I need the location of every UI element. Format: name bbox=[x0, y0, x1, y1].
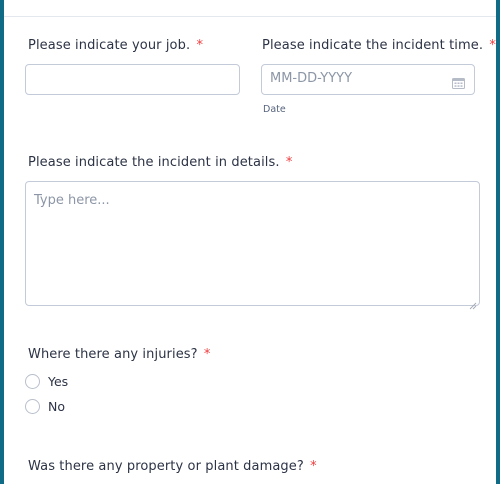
incident-date-input[interactable]: MM-DD-YYYY bbox=[261, 64, 475, 95]
top-divider bbox=[4, 16, 496, 17]
required-marker: * bbox=[203, 347, 211, 362]
job-input[interactable] bbox=[25, 64, 240, 95]
required-marker: * bbox=[310, 459, 317, 474]
details-question-text: Please indicate the incident in details. bbox=[28, 155, 280, 170]
calendar-icon[interactable] bbox=[452, 74, 465, 89]
required-marker: * bbox=[196, 38, 204, 53]
page: Please indicate your job. * Please indic… bbox=[0, 0, 500, 484]
required-marker: * bbox=[285, 155, 293, 170]
resize-grip-icon[interactable] bbox=[469, 295, 477, 310]
incident-time-question-label: Please indicate the incident time. * bbox=[262, 38, 496, 53]
injuries-question-label: Where there any injuries? * bbox=[28, 347, 211, 362]
job-question-label: Please indicate your job. * bbox=[28, 38, 203, 53]
radio-label[interactable]: Yes bbox=[48, 374, 68, 389]
injuries-question-text: Where there any injuries? bbox=[28, 347, 198, 362]
damage-question-text: Was there any property or plant damage? bbox=[28, 459, 304, 474]
radio-button[interactable] bbox=[25, 399, 40, 414]
incident-time-question-text: Please indicate the incident time. bbox=[262, 38, 484, 53]
form-card: Please indicate your job. * Please indic… bbox=[4, 0, 496, 484]
damage-question-label: Was there any property or plant damage? … bbox=[28, 459, 317, 474]
date-sublabel: Date bbox=[263, 104, 286, 115]
radio-label[interactable]: No bbox=[48, 399, 65, 414]
incident-date-placeholder: MM-DD-YYYY bbox=[270, 71, 353, 86]
required-marker: * bbox=[489, 38, 496, 53]
details-textarea[interactable]: Type here... bbox=[25, 181, 480, 310]
details-question-label: Please indicate the incident in details.… bbox=[28, 155, 292, 170]
details-placeholder: Type here... bbox=[34, 193, 110, 208]
job-question-text: Please indicate your job. bbox=[28, 38, 191, 53]
radio-button[interactable] bbox=[25, 374, 40, 389]
